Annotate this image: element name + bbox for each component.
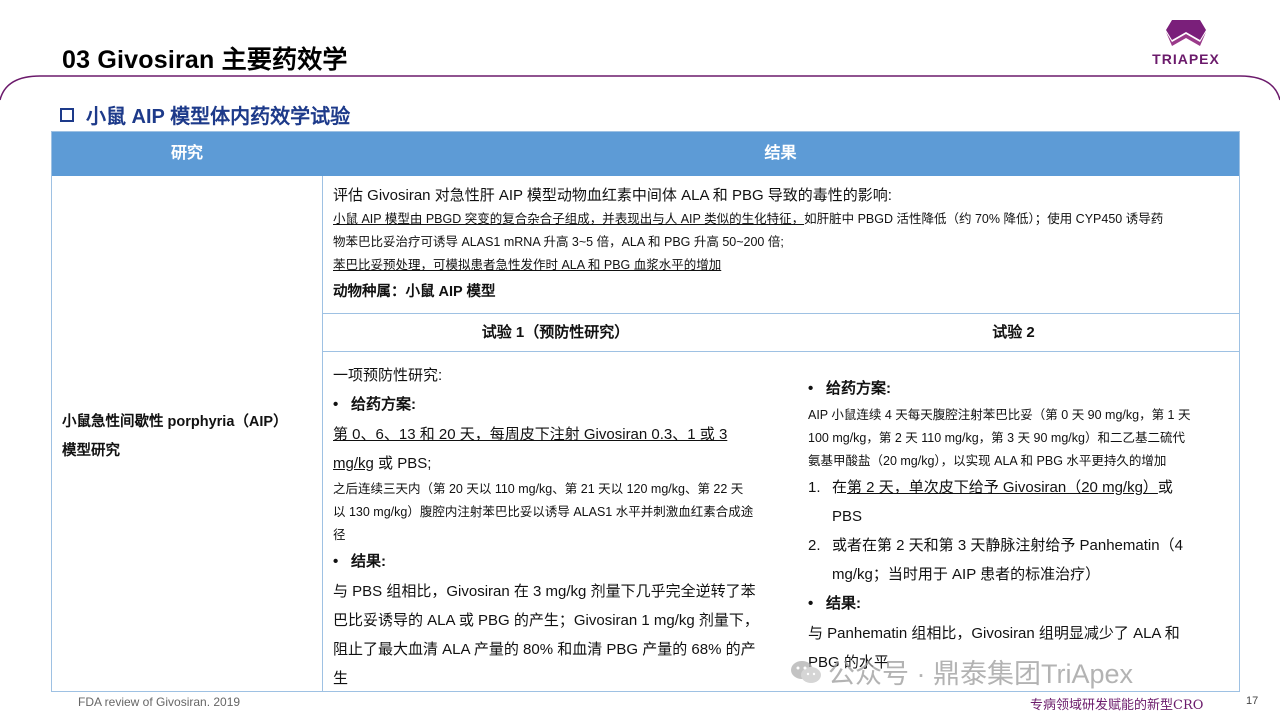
trial2-list-item: 1. 在第 2 天，单次皮下给予 Givosiran（20 mg/kg）或 (808, 473, 1233, 502)
intro-line: 小鼠 AIP 模型由 PBGD 突变的复合杂合子组成，并表现出与人 AIP 类似… (333, 208, 1233, 231)
trial2-content: 给药方案: AIP 小鼠连续 4 天每天腹腔注射苯巴比妥（第 0 天 90 mg… (808, 374, 1233, 677)
trial1-result-label: 结果: (333, 547, 788, 577)
intro-line-underlined: 小鼠 AIP 模型由 PBGD 突变的复合杂合子组成，并表现出与人 AIP 类似… (333, 212, 805, 226)
trial1-dosing-label: 给药方案: (333, 390, 788, 420)
result-intro: 评估 Givosiran 对急性肝 AIP 模型动物血红素中间体 ALA 和 P… (333, 184, 1233, 307)
intro-line: 苯巴比妥预处理，可模拟患者急性发作时 ALA 和 PBG 血浆水平的增加 (333, 258, 722, 272)
wechat-icon (791, 660, 821, 683)
list-text-continued: mg/kg；当时用于 AIP 患者的标准治疗） (832, 566, 1101, 583)
section-heading-text: 小鼠 AIP 模型体内药效学试验 (86, 106, 351, 128)
column-header-study: 研究 (170, 145, 203, 162)
list-text: 在第 2 天，单次皮下给予 Givosiran（20 mg/kg）或 (832, 473, 1173, 502)
trial2-result-line: 与 Panhematin 组相比，Givosiran 组明显减少了 ALA 和 (808, 625, 1180, 642)
trial1-result-line: 巴比妥诱导的 ALA 或 PBG 的产生；Givosiran 1 mg/kg 剂… (333, 612, 759, 629)
column-divider (322, 176, 323, 692)
trial2-dosing-label: 给药方案: (808, 374, 1233, 404)
section-heading: 小鼠 AIP 模型体内药效学试验 (60, 100, 350, 129)
trial1-followup-line: 径 (333, 528, 346, 542)
study-name-line: 小鼠急性间歇性 porphyria（AIP） (62, 414, 288, 430)
trial2-dosing-line: AIP 小鼠连续 4 天每天腹腔注射苯巴比妥（第 0 天 90 mg/kg，第 … (808, 408, 1191, 422)
list-number: 1. (808, 479, 821, 496)
trial1-dosing-unit: mg/kg (333, 455, 374, 472)
study-name-line: 模型研究 (62, 443, 120, 459)
row-divider (323, 351, 1239, 352)
intro-title: 评估 Givosiran 对急性肝 AIP 模型动物血红素中间体 ALA 和 P… (333, 187, 892, 204)
trial1-result-line: 生 (333, 670, 349, 687)
trial1-header: 试验 1（预防性研究） (481, 324, 630, 341)
trial1-followup-line: 之后连续三天内（第 20 天以 110 mg/kg、第 21 天以 120 mg… (333, 482, 744, 496)
list-text-part: 在 (832, 479, 848, 496)
footer-source: FDA review of Givosiran. 2019 (78, 695, 241, 709)
intro-line-rest: 如肝脏中 PBGD 活性降低（约 70% 降低）；使用 CYP450 诱导药 (804, 212, 1164, 226)
trial1-dosing-line: 第 0、6、13 和 20 天，每周皮下注射 Givosiran 0.3、1 或… (333, 426, 728, 443)
trial1-content: 一项预防性研究: 给药方案: 第 0、6、13 和 20 天，每周皮下注射 Gi… (333, 361, 788, 693)
checkbox-square-icon (60, 107, 74, 122)
trial1-dosing-rest: 或 PBS; (373, 455, 432, 472)
study-table: 研究 结果 小鼠急性间歇性 porphyria（AIP） 模型研究 评估 Giv… (51, 131, 1240, 692)
page-title: 03 Givosiran 主要药效学 (62, 46, 348, 74)
list-number: 2. (808, 537, 821, 554)
trial2-dosing-line: 100 mg/kg，第 2 天 110 mg/kg，第 3 天 90 mg/kg… (808, 431, 1185, 445)
column-header-result: 结果 (764, 145, 797, 162)
page-number: 17 (1246, 695, 1259, 707)
animal-species: 动物种属：小鼠 AIP 模型 (333, 284, 496, 300)
trial2-dosing-line: 氨基甲酸盐（20 mg/kg），以实现 ALA 和 PBG 水平更持久的增加 (808, 454, 1167, 468)
trial2-list-item: 2. 或者在第 2 天和第 3 天静脉注射给予 Panhematin（4 (808, 531, 1233, 560)
study-name-cell: 小鼠急性间歇性 porphyria（AIP） 模型研究 (62, 408, 314, 466)
table-header: 研究 结果 (52, 132, 1239, 176)
trial1-lead: 一项预防性研究: (333, 367, 443, 384)
intro-line: 物苯巴比妥治疗可诱导 ALAS1 mRNA 升高 3~5 倍，ALA 和 PBG… (333, 235, 784, 249)
logo-text: TRIAPEX (1152, 51, 1220, 67)
list-text: 或者在第 2 天和第 3 天静脉注射给予 Panhematin（4 (832, 537, 1183, 554)
trial2-header: 试验 2 (992, 324, 1035, 341)
trial1-dosing-line: mg/kg 或 PBS; (333, 449, 788, 478)
trial2-result-label: 结果: (808, 589, 1233, 619)
footer-tagline: 专病领域研发赋能的新型CRO (1030, 698, 1204, 713)
trial1-result-line: 阻止了最大血清 ALA 产量的 80% 和血清 PBG 产量的 68% 的产 (333, 641, 756, 658)
list-text-underlined: 第 2 天，单次皮下给予 Givosiran（20 mg/kg） (847, 479, 1158, 496)
trial1-followup-line: 以 130 mg/kg）腹腔内注射苯巴比妥以诱导 ALAS1 水平并刺激血红素合… (333, 505, 754, 519)
watermark: 公众号 · 鼎泰集团TriApex (790, 652, 1133, 691)
trial1-result-line: 与 PBS 组相比，Givosiran 在 3 mg/kg 剂量下几乎完全逆转了… (333, 583, 756, 600)
list-text-part: 或 (1157, 479, 1173, 496)
watermark-text: 公众号 · 鼎泰集团TriApex (828, 659, 1134, 689)
list-text-continued: PBS (832, 508, 863, 525)
